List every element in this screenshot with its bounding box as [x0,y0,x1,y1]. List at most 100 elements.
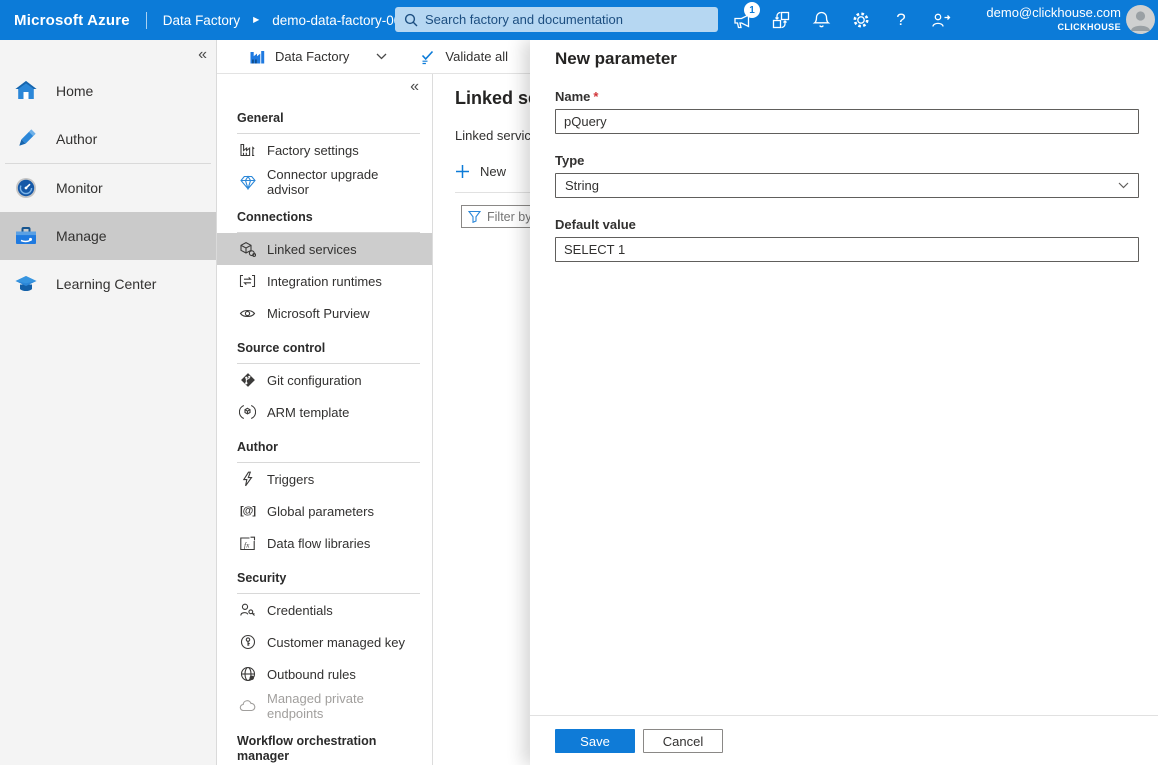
author-pencil-icon [13,126,39,152]
sidebar-item-label: Managed private endpoints [267,691,420,721]
account-info[interactable]: demo@clickhouse.com CLICKHOUSE [986,5,1121,34]
nav-item-monitor[interactable]: Monitor [0,164,216,212]
factory-selector-label: Data Factory [275,49,349,64]
manage-sidebar: « General Factory settings Co [217,74,433,765]
type-dropdown-value: String [565,178,599,193]
linked-services-icon [239,241,256,257]
monitor-gauge-icon [13,175,39,201]
name-field[interactable] [555,109,1139,134]
sidebar-item-label: Microsoft Purview [267,306,370,321]
sidebar-item-credentials[interactable]: Credentials [237,594,420,626]
section-title: Workflow orchestration manager [237,734,420,765]
nav-item-manage[interactable]: Manage [0,212,216,260]
notification-badge: 1 [744,2,760,18]
panel-title: New parameter [555,48,1139,70]
nav-item-label: Author [56,131,97,147]
bell-icon[interactable] [808,8,834,32]
help-icon[interactable]: ? [888,8,914,32]
git-icon [239,372,256,388]
purview-eye-icon [239,307,256,320]
arm-template-icon [239,404,256,420]
section-title: Author [237,440,420,463]
sidebar-item-managed-private-endpoints[interactable]: Managed private endpoints [237,690,420,722]
diamond-icon [239,175,256,190]
collapse-sidebar-icon[interactable]: « [406,76,423,98]
svg-text:fx: fx [244,540,250,549]
chevron-down-icon [376,53,387,60]
nav-item-learning-center[interactable]: Learning Center [0,260,216,308]
sidebar-item-label: Customer managed key [267,635,405,650]
validate-all-button[interactable]: Validate all [418,48,508,65]
new-button-label: New [480,164,506,179]
sidebar-item-label: Linked services [267,242,357,257]
sidebar-item-outbound-rules[interactable]: Outbound rules [237,658,420,690]
validate-all-label: Validate all [445,49,508,64]
directory-switch-icon[interactable] [768,8,794,32]
feedback-person-icon[interactable] [928,8,954,32]
nav-item-label: Home [56,83,93,99]
sidebar-item-global-parameters[interactable]: [@] Global parameters [237,495,420,527]
validate-check-icon [418,48,436,65]
section-title: Connections [237,210,420,233]
collapse-leftnav-icon[interactable]: « [194,44,211,66]
managed-key-icon [239,634,256,650]
sidebar-item-label: Integration runtimes [267,274,382,289]
factory-selector[interactable]: Data Factory [249,49,387,65]
sidebar-item-factory-settings[interactable]: Factory settings [237,134,420,166]
sidebar-section-security: Security Credentials [237,571,420,722]
sidebar-item-label: Triggers [267,472,314,487]
sidebar-item-data-flow-libraries[interactable]: fx Data flow libraries [237,527,420,559]
name-label: Name* [555,89,1139,104]
nav-item-label: Manage [56,228,107,244]
sidebar-item-triggers[interactable]: Triggers [237,463,420,495]
nav-item-author[interactable]: Author [0,115,216,163]
search-icon [404,13,418,27]
sidebar-section-source-control: Source control Git configuration [237,341,420,428]
top-bar: Microsoft Azure Data Factory ▶ demo-data… [0,0,1158,40]
avatar[interactable] [1126,5,1155,34]
sidebar-item-label: Data flow libraries [267,536,370,551]
type-dropdown[interactable]: String [555,173,1139,198]
sidebar-item-customer-managed-key[interactable]: Customer managed key [237,626,420,658]
sidebar-section-workflow-orchestration: Workflow orchestration manager [237,734,420,765]
learning-center-icon [13,271,39,297]
breadcrumb-app[interactable]: Data Factory [163,13,240,28]
cloud-icon [239,700,256,712]
factory-icon [249,49,266,65]
cancel-button[interactable]: Cancel [643,729,723,753]
topbar-divider [146,12,147,29]
sidebar-item-label: Global parameters [267,504,374,519]
sidebar-item-microsoft-purview[interactable]: Microsoft Purview [237,297,420,329]
gear-icon[interactable] [848,8,874,32]
nav-item-home[interactable]: Home [0,67,216,115]
integration-runtimes-icon [239,274,256,288]
save-button[interactable]: Save [555,729,635,753]
home-icon [13,78,39,104]
sidebar-item-label: Connector upgrade advisor [267,167,420,197]
account-email: demo@clickhouse.com [986,5,1121,22]
sidebar-item-git-configuration[interactable]: Git configuration [237,364,420,396]
sidebar-item-label: ARM template [267,405,349,420]
data-flow-fx-icon: fx [239,536,256,551]
breadcrumb-caret-icon: ▶ [253,16,259,24]
factory-settings-icon [239,142,256,158]
required-asterisk: * [593,89,598,104]
nav-item-label: Monitor [56,180,103,196]
sidebar-item-linked-services[interactable]: Linked services [217,233,432,265]
azure-logo[interactable]: Microsoft Azure [14,12,130,29]
account-tenant: CLICKHOUSE [986,22,1121,34]
global-search[interactable] [395,7,718,32]
search-input[interactable] [425,12,709,27]
sidebar-item-arm-template[interactable]: ARM template [237,396,420,428]
default-value-field[interactable] [555,237,1139,262]
sidebar-item-integration-runtimes[interactable]: Integration runtimes [237,265,420,297]
type-label: Type [555,153,1139,168]
lightning-icon [239,471,256,487]
sidebar-item-connector-upgrade-advisor[interactable]: Connector upgrade advisor [237,166,420,198]
manage-toolbox-icon [13,223,39,249]
default-value-label: Default value [555,217,1139,232]
plus-icon [455,164,470,179]
section-title: General [237,111,420,134]
breadcrumb-factory[interactable]: demo-data-factory-00 [272,13,401,28]
sidebar-item-label: Credentials [267,603,333,618]
